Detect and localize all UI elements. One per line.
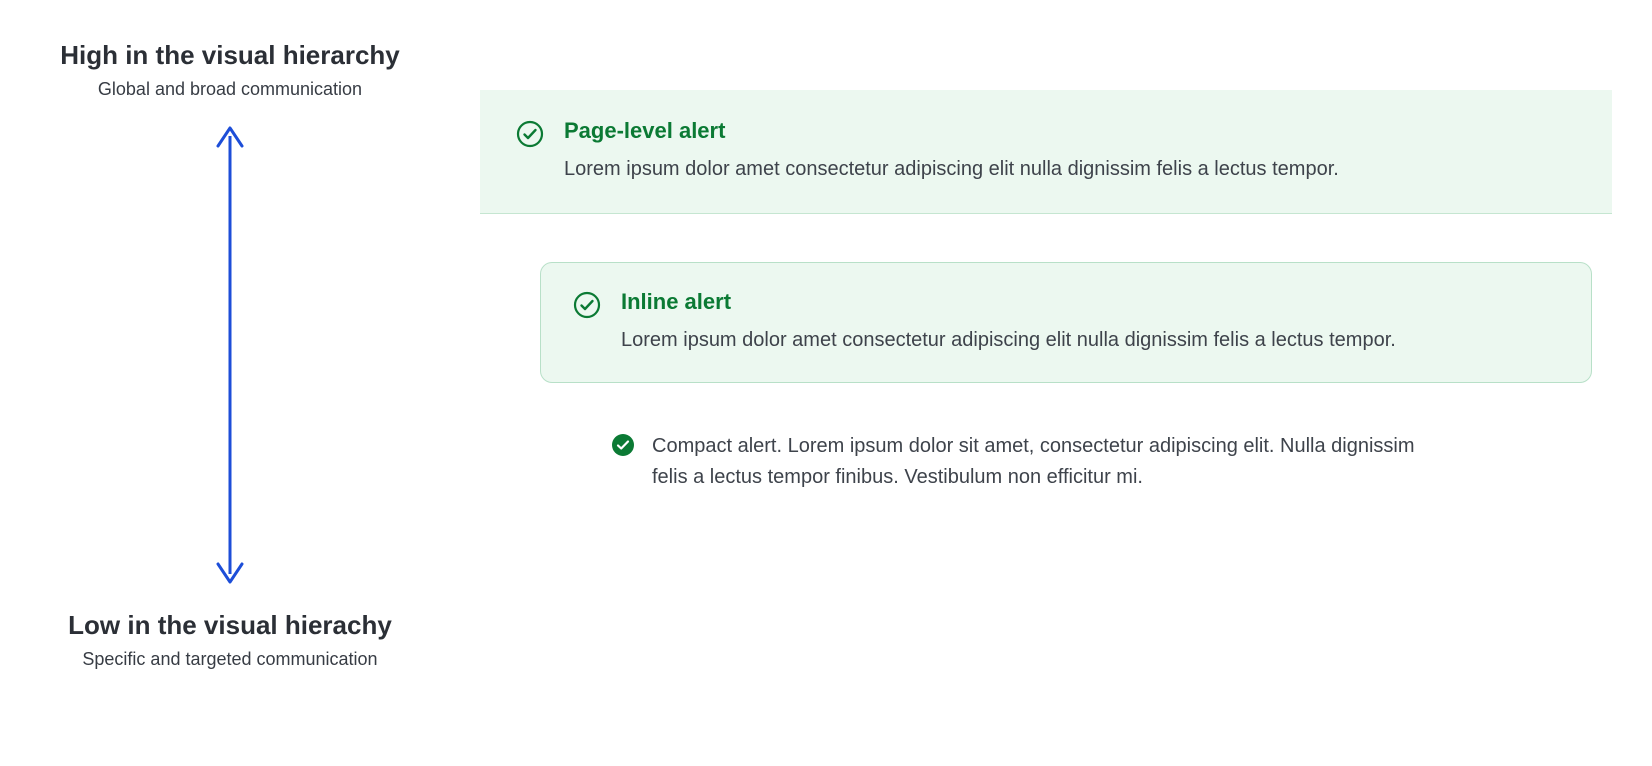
check-circle-icon: [573, 291, 601, 319]
hierarchy-high-title: High in the visual hierarchy: [60, 40, 400, 71]
hierarchy-low-title: Low in the visual hierachy: [68, 610, 392, 641]
check-circle-solid-icon: [612, 434, 634, 456]
page-level-alert: Page-level alert Lorem ipsum dolor amet …: [480, 90, 1612, 214]
check-circle-icon: [516, 120, 544, 148]
hierarchy-high-subtitle: Global and broad communication: [60, 79, 400, 100]
hierarchy-low-subtitle: Specific and targeted communication: [68, 649, 392, 670]
double-arrow-icon: [210, 120, 250, 590]
page-alert-body: Lorem ipsum dolor amet consectetur adipi…: [564, 154, 1576, 185]
hierarchy-scale: High in the visual hierarchy Global and …: [40, 40, 420, 670]
hierarchy-low-label: Low in the visual hierachy Specific and …: [68, 610, 392, 670]
inline-alert: Inline alert Lorem ipsum dolor amet cons…: [540, 262, 1592, 383]
page-alert-title: Page-level alert: [564, 118, 1576, 144]
hierarchy-high-label: High in the visual hierarchy Global and …: [60, 40, 400, 100]
compact-alert-body: Compact alert. Lorem ipsum dolor sit ame…: [652, 431, 1440, 493]
hierarchy-arrow: [210, 120, 250, 590]
compact-alert: Compact alert. Lorem ipsum dolor sit ame…: [580, 431, 1472, 493]
alert-examples: Page-level alert Lorem ipsum dolor amet …: [480, 40, 1612, 670]
inline-alert-title: Inline alert: [621, 289, 1559, 315]
inline-alert-body: Lorem ipsum dolor amet consectetur adipi…: [621, 325, 1559, 356]
